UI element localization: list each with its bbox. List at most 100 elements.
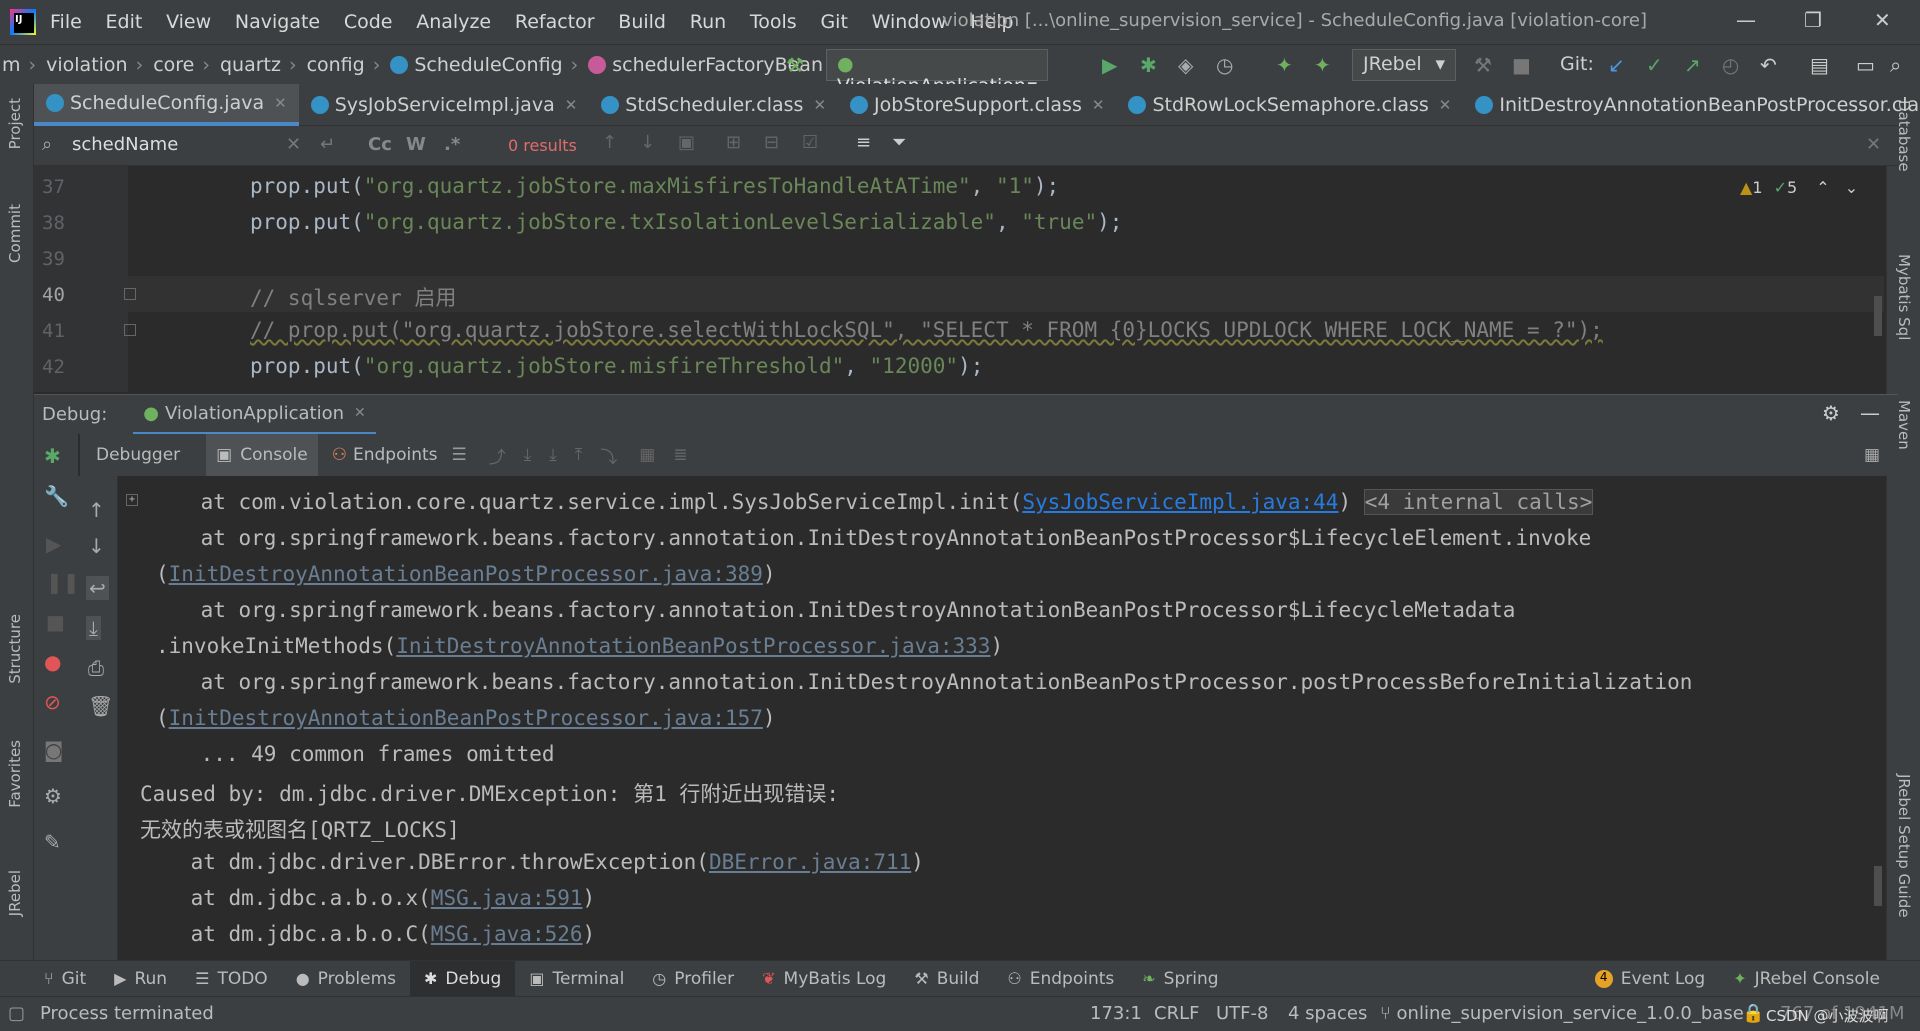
rollback-icon[interactable]: ↶ [1760,53,1777,77]
source-link[interactable]: DBError.java:711 [709,850,911,874]
tab-endpoints[interactable]: ⚇ Endpoints [332,445,438,465]
source-link[interactable]: MSG.java:591 [431,886,583,910]
jrebel-run-icon[interactable]: ✦ [1276,53,1293,77]
up-arrow-icon[interactable]: ↑ [88,498,105,522]
whole-word-toggle[interactable]: W [406,134,426,155]
evaluate-expression-icon[interactable]: ▦ [639,445,655,465]
rerun-debug-icon[interactable]: ✱ [44,444,61,468]
tab-debugger[interactable]: Debugger [96,445,180,465]
jrebel-dropdown[interactable]: JRebel ▾ [1352,49,1456,81]
modify-config-icon[interactable]: 🔧 [44,484,69,508]
stop-icon[interactable]: ■ [46,610,65,634]
git-update-icon[interactable]: ↙ [1608,53,1625,77]
next-occurrence-icon[interactable]: ↓ [640,132,655,153]
menu-code[interactable]: Code [344,11,393,33]
run-icon[interactable]: ▶ [1102,53,1117,77]
git-push-icon[interactable]: ↗ [1684,53,1701,77]
stop-icon[interactable]: ■ [1512,53,1531,77]
menu-view[interactable]: View [166,11,211,33]
menu-analyze[interactable]: Analyze [416,11,491,33]
fold-icon[interactable] [124,324,136,336]
prev-highlight-icon[interactable]: ⌃ [1816,178,1829,197]
new-line-icon[interactable]: ↵ [320,134,335,155]
console-output[interactable]: + at com.violation.core.quartz.service.i… [118,476,1882,960]
breadcrumb-violation[interactable]: violation [46,54,127,76]
tool-structure[interactable]: Structure [6,614,24,684]
select-all-occurrences-icon[interactable]: ▣ [678,132,695,153]
tool-spring[interactable]: ❧ Spring [1128,961,1232,997]
presentation-icon[interactable]: ▭ [1856,53,1875,77]
menu-icon[interactable]: ☰ [452,445,467,465]
tab-console[interactable]: ▣ Console [206,434,318,476]
source-link[interactable]: SysJobServiceImpl.java:44 [1022,490,1338,514]
expand-icon[interactable]: + [126,494,138,506]
run-config-dropdown[interactable]: ● ViolationApplication ▾ [826,49,1048,97]
menu-window[interactable]: Window [872,11,947,33]
down-arrow-icon[interactable]: ↓ [88,534,105,558]
menu-build[interactable]: Build [618,11,666,33]
close-icon[interactable]: ✕ [565,96,578,114]
pause-icon[interactable]: ❚❚ [46,570,80,594]
tab-stdrowlocksemaphore[interactable]: StdRowLockSemaphore.class ✕ [1116,84,1463,126]
tool-profiler[interactable]: ◷ Profiler [638,961,748,997]
git-branch[interactable]: ⑂ online_supervision_service_1.0.0_base [1380,1003,1744,1024]
tab-sysjobserviceimpl[interactable]: SysJobServiceImpl.java ✕ [299,84,590,126]
file-encoding[interactable]: UTF-8 [1216,1003,1268,1024]
tool-debug[interactable]: ✱ Debug [410,960,516,997]
code-editor[interactable]: 37 38 39 40 41 42 prop.put("org.quartz.j… [34,166,1884,392]
soft-wrap-icon[interactable]: ↩ [86,576,109,600]
view-breakpoints-icon[interactable]: ● [44,650,61,674]
step-out-icon[interactable]: ⤒ [575,445,583,465]
select-all-icon[interactable]: ☑ [802,132,818,153]
add-occurrence-icon[interactable]: ⊞ [726,132,741,153]
close-icon[interactable]: ✕ [813,96,826,114]
breadcrumb-module[interactable]: m [2,54,21,76]
indent-setting[interactable]: 4 spaces [1288,1003,1367,1024]
coverage-icon[interactable]: ◈ [1178,53,1193,77]
regex-toggle[interactable]: .* [444,134,460,155]
menu-edit[interactable]: Edit [106,11,143,33]
console-scrollbar[interactable] [1874,866,1882,906]
breadcrumb-scheduleconfig[interactable]: ScheduleConfig [414,54,562,76]
menu-git[interactable]: Git [820,11,847,33]
editor-scrollbar[interactable] [1874,296,1882,336]
mute-breakpoints-icon[interactable]: ⊘ [44,690,61,714]
source-link[interactable]: MSG.java:526 [431,922,583,946]
clear-search-icon[interactable]: ✕ [286,134,301,155]
close-icon[interactable]: ✕ [1092,96,1105,114]
breadcrumb-quartz[interactable]: quartz [220,54,281,76]
history-icon[interactable]: ◴ [1722,53,1739,77]
restore-icon[interactable]: ❐ [1804,8,1822,32]
fold-icon[interactable] [124,288,136,300]
debug-bug-icon[interactable]: ✱ [1140,53,1157,77]
camera-icon[interactable]: ◙ [44,738,63,762]
tool-problems[interactable]: ● Problems [282,961,410,997]
source-link[interactable]: InitDestroyAnnotationBeanPostProcessor.j… [396,634,990,658]
resume-icon[interactable]: ▶ [46,532,61,556]
project-structure-icon[interactable]: ▤ [1810,53,1829,77]
run-to-cursor-icon[interactable]: ⤵ [600,443,617,468]
scroll-to-end-icon[interactable]: ⤓ [86,616,101,640]
close-icon[interactable]: ✕ [1439,96,1452,114]
tool-mybatis-sql[interactable]: Mybatis Sql [1895,254,1913,340]
tool-endpoints[interactable]: ⚇ Endpoints [993,961,1128,997]
caret-position[interactable]: 173:1 [1090,1003,1142,1024]
minimize-icon[interactable]: — [1736,8,1756,32]
close-icon[interactable]: ✕ [274,94,287,112]
tool-project[interactable]: Project [6,98,24,149]
tab-initdestroy[interactable]: InitDestroyAnnotationBeanPostProcessor.c… [1463,84,1920,126]
remove-occurrence-icon[interactable]: ⊟ [764,132,779,153]
tool-terminal[interactable]: ▣ Terminal [515,961,638,997]
filter-icon[interactable]: ⏷ [892,132,906,153]
build-artifact-icon[interactable]: ⚒ [1474,53,1492,77]
print-icon[interactable]: ⎙ [88,656,104,680]
breadcrumb-config[interactable]: config [307,54,365,76]
gear-icon[interactable]: ⚙ [44,784,62,808]
show-execution-point-icon[interactable]: ⤴ [489,443,506,468]
filter-options-icon[interactable]: ≡ [856,132,871,153]
match-case-toggle[interactable]: Cc [368,134,392,155]
trash-icon[interactable]: 🗑 [88,694,113,718]
gear-icon[interactable]: ⚙ [1822,401,1840,425]
hide-panel-icon[interactable]: — [1860,401,1880,425]
inspection-widget[interactable]: ▲1 ✓5 ⌃ ⌄ [1740,178,1858,197]
